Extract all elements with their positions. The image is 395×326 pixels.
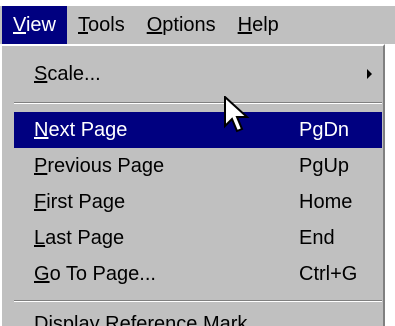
menu-options-mnemonic: O <box>146 14 163 36</box>
menu-separator-bottom <box>14 300 382 302</box>
mouse-pointer-icon <box>224 96 250 133</box>
menu-item-scale-label: Scale... <box>34 56 101 92</box>
display-reference-mark-label: Display Reference Mark <box>34 306 247 326</box>
menu-item-last-page[interactable]: Last Page End <box>14 220 382 256</box>
next-page-shortcut: PgDn <box>299 119 350 141</box>
screenshot-stage: View Tools Options Help Scale... Next Pa… <box>0 0 395 326</box>
menu-help-label: elp <box>252 14 279 36</box>
menu-view-label: iew <box>25 14 56 36</box>
menu-help-mnemonic: H <box>237 14 253 36</box>
menu-item-next-page[interactable]: Next Page PgDn <box>14 112 382 148</box>
go-to-page-rest: o To Page... <box>49 263 156 285</box>
go-to-page-shortcut: Ctrl+G <box>299 263 358 285</box>
first-page-shortcut: Home <box>299 191 353 213</box>
menu-options[interactable]: Options <box>136 6 227 44</box>
previous-page-rest: revious Page <box>47 155 165 177</box>
menu-item-previous-page[interactable]: Previous Page PgUp <box>14 148 382 184</box>
menu-item-go-to-page[interactable]: Go To Page... Ctrl+G <box>14 256 382 292</box>
menu-help[interactable]: Help <box>227 6 290 44</box>
last-page-rest: ast Page <box>45 227 125 249</box>
previous-page-label: Previous Page <box>34 148 164 184</box>
menu-bar: View Tools Options Help <box>0 6 395 44</box>
menu-item-display-reference-mark[interactable]: Display Reference Mark <box>14 308 382 326</box>
go-to-page-label: Go To Page... <box>34 256 156 292</box>
menu-item-first-page[interactable]: First Page Home <box>14 184 382 220</box>
display-reference-mark-rest: isplay Reference Mark <box>48 313 248 326</box>
next-page-label: Next Page <box>34 112 127 148</box>
last-page-label: Last Page <box>34 220 124 256</box>
menu-separator-top <box>14 102 382 104</box>
menu-item-scale[interactable]: Scale... <box>14 56 382 92</box>
previous-page-shortcut: PgUp <box>299 155 350 177</box>
previous-page-mnemonic: P <box>34 155 48 177</box>
go-to-page-mnemonic: G <box>34 263 50 285</box>
next-page-rest: ext Page <box>48 119 128 141</box>
last-page-shortcut: End <box>299 227 335 249</box>
next-page-mnemonic: N <box>34 119 49 141</box>
menu-view[interactable]: View <box>2 6 67 44</box>
view-menu-dropdown: Scale... Next Page PgDn Previous Page Pg… <box>0 44 385 326</box>
scale-mnemonic: S <box>34 63 48 85</box>
menu-tools-label: ools <box>88 14 125 36</box>
submenu-arrow-icon <box>367 69 372 79</box>
menu-tools[interactable]: Tools <box>67 6 136 44</box>
first-page-rest: irst Page <box>46 191 126 213</box>
menu-tools-mnemonic: T <box>78 14 88 36</box>
last-page-mnemonic: L <box>34 227 46 249</box>
display-reference-mark-mnemonic: D <box>34 313 49 326</box>
menu-view-mnemonic: V <box>13 14 26 36</box>
first-page-label: First Page <box>34 184 125 220</box>
scale-label-rest: cale... <box>47 63 101 85</box>
menu-options-label: ptions <box>162 14 216 36</box>
first-page-mnemonic: F <box>34 191 47 213</box>
